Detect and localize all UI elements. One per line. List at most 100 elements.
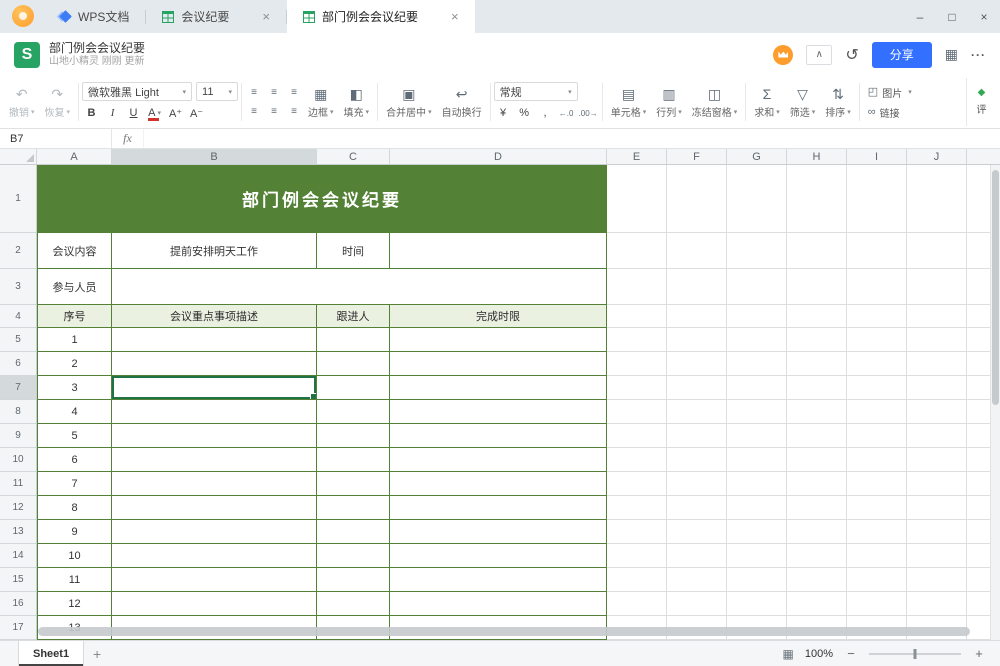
row-header-7[interactable]: 7 [0, 376, 36, 400]
banner-cell-A1[interactable]: 部门例会会议纪要 [37, 165, 607, 233]
cell-F16[interactable] [667, 592, 727, 616]
cell-A4[interactable]: 序号 [37, 305, 112, 328]
cell-C4[interactable]: 跟进人 [317, 305, 390, 328]
cell-A14[interactable]: 10 [37, 544, 112, 568]
cell-B4[interactable]: 会议重点事项描述 [112, 305, 317, 328]
sum-button[interactable]: Σ 求和▾ [749, 78, 785, 126]
row-header-10[interactable]: 10 [0, 448, 36, 472]
zoom-out-button[interactable]: − [844, 646, 858, 661]
cell-J3[interactable] [907, 269, 967, 305]
cell-I1[interactable] [847, 165, 907, 233]
cell-D16[interactable] [390, 592, 607, 616]
cell-I3[interactable] [847, 269, 907, 305]
cell-H7[interactable] [787, 376, 847, 400]
more-button[interactable]: ··· [971, 48, 986, 62]
currency-format-button[interactable]: ¥ [494, 104, 513, 122]
cell-H12[interactable] [787, 496, 847, 520]
cell-G4[interactable] [727, 305, 787, 328]
row-header-13[interactable]: 13 [0, 520, 36, 544]
cell-J6[interactable] [907, 352, 967, 376]
cell-J4[interactable] [907, 305, 967, 328]
vertical-scrollbar-thumb[interactable] [992, 170, 999, 405]
row-header-15[interactable]: 15 [0, 568, 36, 592]
cell-E1[interactable] [607, 165, 667, 233]
align-top-button[interactable]: ≡ [245, 85, 263, 101]
cell-F14[interactable] [667, 544, 727, 568]
cell-G8[interactable] [727, 400, 787, 424]
cell-D10[interactable] [390, 448, 607, 472]
cell-J8[interactable] [907, 400, 967, 424]
cell-B13[interactable] [112, 520, 317, 544]
cell-C13[interactable] [317, 520, 390, 544]
cell-F9[interactable] [667, 424, 727, 448]
cell-F10[interactable] [667, 448, 727, 472]
zoom-level-value[interactable]: 100% [805, 648, 833, 660]
cell-H3[interactable] [787, 269, 847, 305]
cell-G3[interactable] [727, 269, 787, 305]
cell-J15[interactable] [907, 568, 967, 592]
cell-H9[interactable] [787, 424, 847, 448]
column-header-H[interactable]: H [787, 149, 847, 164]
row-header-1[interactable]: 1 [0, 165, 36, 233]
cell-J12[interactable] [907, 496, 967, 520]
cell-C16[interactable] [317, 592, 390, 616]
cell-B8[interactable] [112, 400, 317, 424]
cell-F2[interactable] [667, 233, 727, 269]
row-header-16[interactable]: 16 [0, 592, 36, 616]
comma-format-button[interactable]: , [536, 104, 555, 122]
cell-B15[interactable] [112, 568, 317, 592]
cell-H16[interactable] [787, 592, 847, 616]
cell-G7[interactable] [727, 376, 787, 400]
wrap-text-button[interactable]: ↩ 自动换行 [437, 78, 487, 126]
cell-D8[interactable] [390, 400, 607, 424]
row-header-2[interactable]: 2 [0, 233, 36, 269]
percent-format-button[interactable]: % [515, 104, 534, 122]
cell-A11[interactable]: 7 [37, 472, 112, 496]
cell-F8[interactable] [667, 400, 727, 424]
italic-button[interactable]: I [103, 104, 122, 122]
cell-I10[interactable] [847, 448, 907, 472]
zoom-slider[interactable] [869, 653, 961, 655]
cell-F12[interactable] [667, 496, 727, 520]
formula-input[interactable] [144, 129, 1000, 148]
comment-panel-toggle[interactable]: ◆ 评 [966, 78, 996, 126]
cell-J16[interactable] [907, 592, 967, 616]
cell-E12[interactable] [607, 496, 667, 520]
cell-D5[interactable] [390, 328, 607, 352]
cell-C8[interactable] [317, 400, 390, 424]
cell-I11[interactable] [847, 472, 907, 496]
cell-A3[interactable]: 参与人员 [37, 269, 112, 305]
cell-H2[interactable] [787, 233, 847, 269]
zoom-in-button[interactable]: + [972, 646, 986, 661]
cell-B6[interactable] [112, 352, 317, 376]
cell-J7[interactable] [907, 376, 967, 400]
minimize-button[interactable]: – [904, 0, 936, 33]
cell-I7[interactable] [847, 376, 907, 400]
cell-A5[interactable]: 1 [37, 328, 112, 352]
view-mode-icon[interactable]: ▦ [783, 647, 794, 661]
file-tab[interactable]: WPS文档 [44, 0, 145, 33]
cell-E7[interactable] [607, 376, 667, 400]
close-window-button[interactable]: × [968, 0, 1000, 33]
row-header-6[interactable]: 6 [0, 352, 36, 376]
cell-G14[interactable] [727, 544, 787, 568]
align-right-button[interactable]: ≡ [285, 104, 303, 120]
undo-button[interactable]: ↶ 撤销▾ [4, 78, 40, 126]
align-left-button[interactable]: ≡ [245, 104, 263, 120]
cell-F5[interactable] [667, 328, 727, 352]
cell-name-box[interactable]: B7 [0, 129, 112, 148]
cell-J2[interactable] [907, 233, 967, 269]
cell-C9[interactable] [317, 424, 390, 448]
history-icon[interactable]: ↺ [845, 45, 858, 65]
app-logo-icon[interactable] [12, 5, 34, 27]
cell-J9[interactable] [907, 424, 967, 448]
cell-E15[interactable] [607, 568, 667, 592]
cell-I12[interactable] [847, 496, 907, 520]
cell-C6[interactable] [317, 352, 390, 376]
row-header-5[interactable]: 5 [0, 328, 36, 352]
cell-C2[interactable]: 时间 [317, 233, 390, 269]
select-all-corner[interactable] [0, 149, 37, 164]
cell-E4[interactable] [607, 305, 667, 328]
link-button[interactable]: ∞ 链接 [868, 105, 912, 120]
cell-I14[interactable] [847, 544, 907, 568]
